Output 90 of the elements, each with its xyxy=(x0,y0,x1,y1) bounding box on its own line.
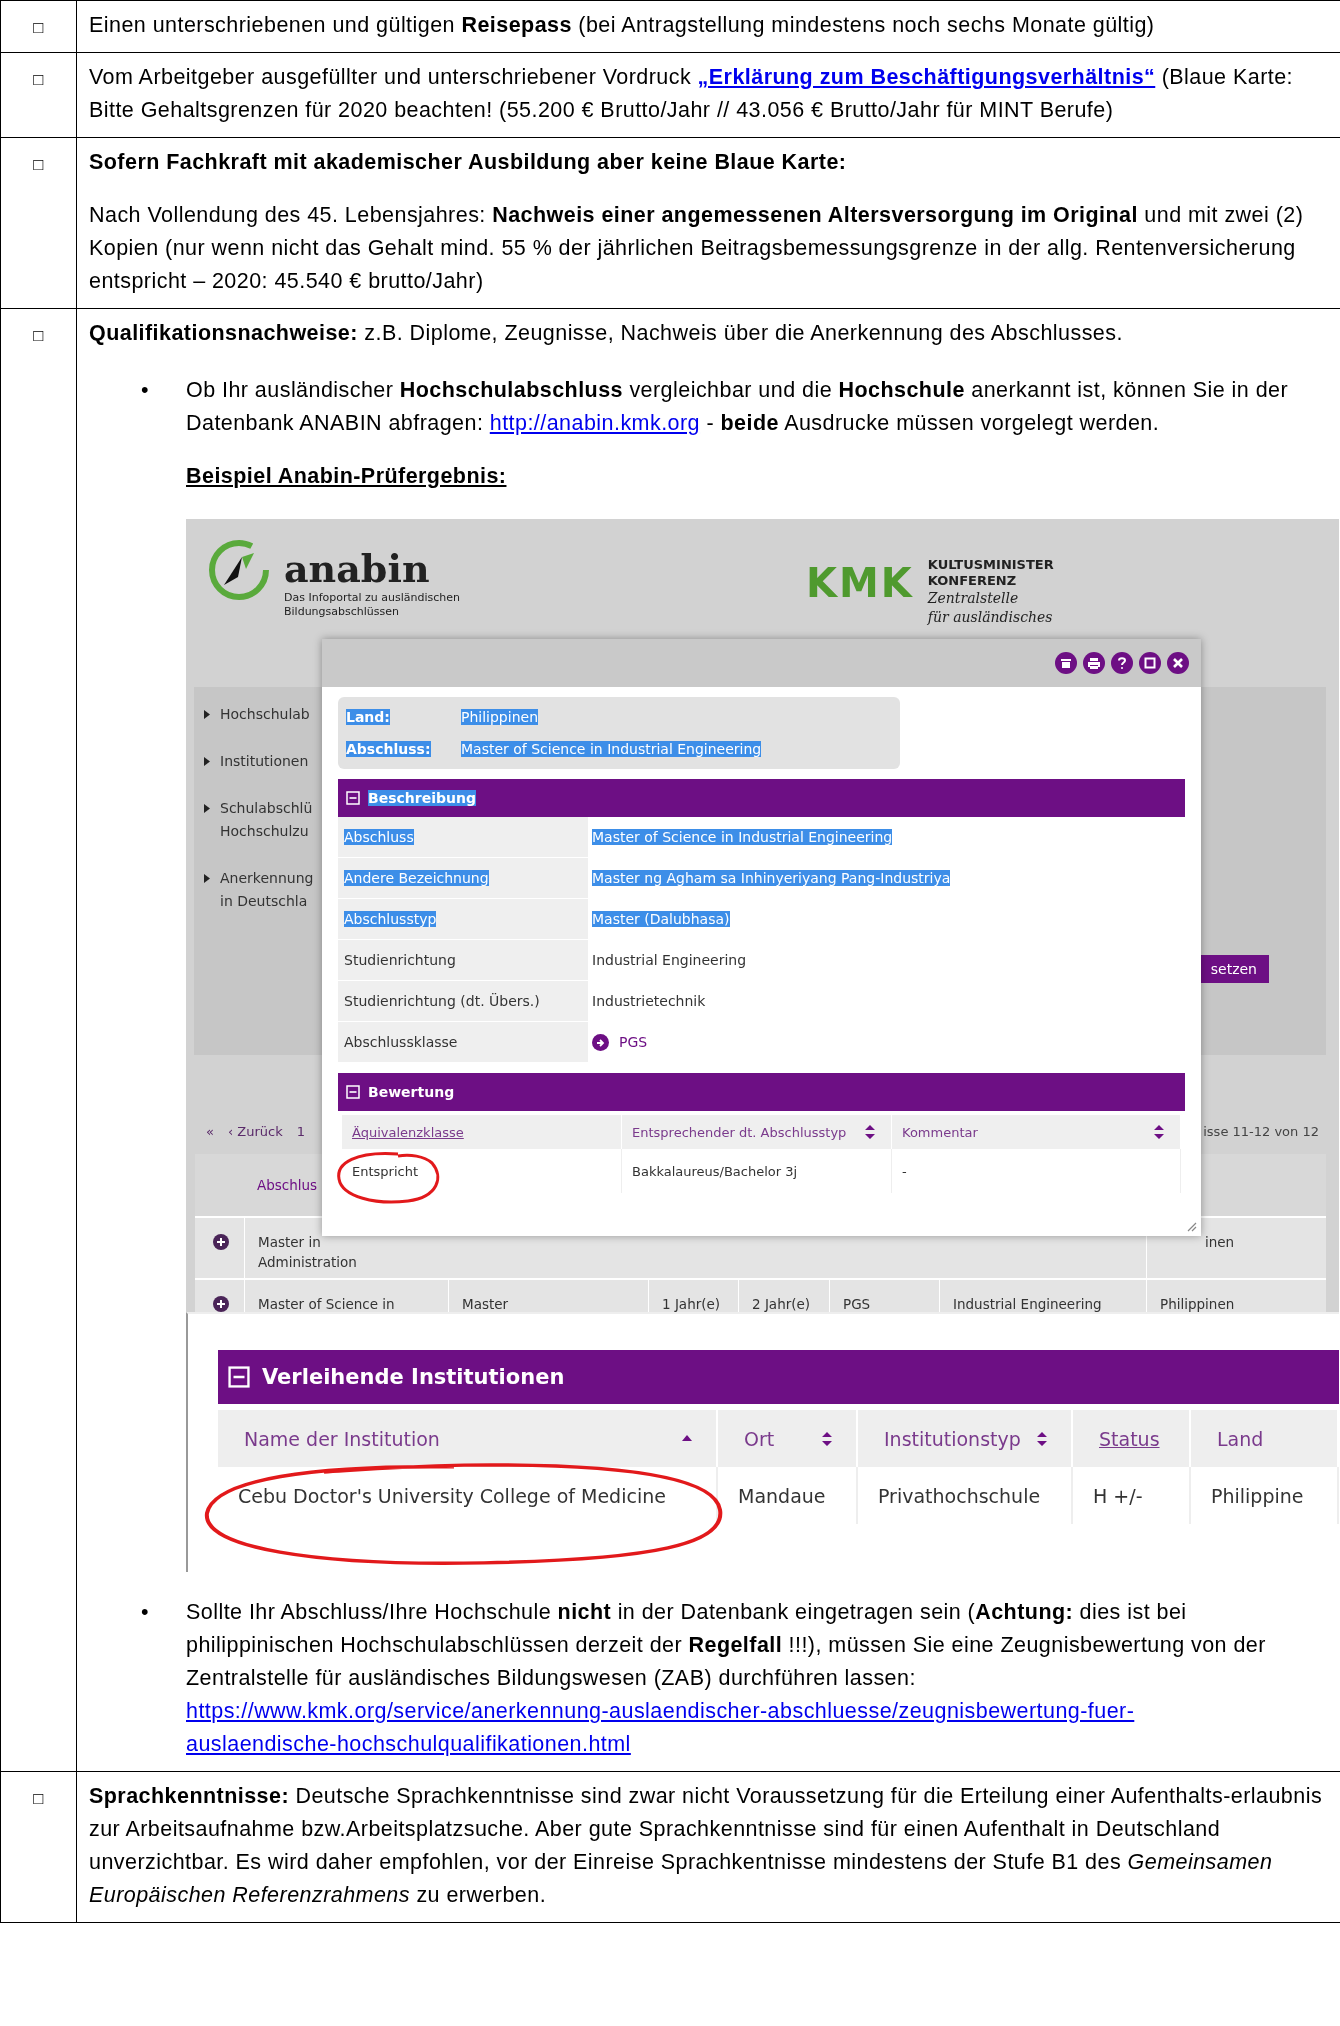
text-link[interactable]: http://anabin.kmk.org xyxy=(489,411,700,435)
column-header[interactable]: Äquivalenzklasse xyxy=(352,1124,464,1140)
collapse-icon[interactable] xyxy=(346,1085,360,1099)
checkbox-glyph: □ xyxy=(33,325,44,347)
url-link[interactable]: https://www.kmk.org/service/anerkennung-auslaendischer-abschluesse/zeugnisbewertung-fuer-auslaendische-hochschulqualifikationen.html xyxy=(186,1695,1340,1761)
external-link-icon[interactable] xyxy=(592,1033,609,1051)
table-cell: Cebu Doctor's University College of Medicine xyxy=(218,1467,718,1524)
checkbox-glyph: □ xyxy=(33,1788,44,1810)
nav-item[interactable]: Schulabschlü xyxy=(220,797,313,820)
detail-label: Studienrichtung (dt. Übers.) xyxy=(344,993,540,1009)
paragraph-text: Ob Ihr ausländischer Hochschulabschluss vergleichbar und die Hochschule anerkannt ist, können Sie in der Datenbank ANABIN abfragen: http://anabin.kmk.org - beide Ausdrucke müssen vorgelegt werden. xyxy=(186,377,1290,437)
bullet-marker: • xyxy=(141,377,150,404)
collapse-icon[interactable] xyxy=(228,1366,250,1388)
logo-name: anabin xyxy=(284,547,431,591)
detail-label: Andere Bezeichnung xyxy=(344,870,489,886)
field-label: Abschluss: xyxy=(346,741,431,757)
first-page-link[interactable]: « xyxy=(206,1124,214,1139)
column-header[interactable]: Name der Institution xyxy=(244,1427,440,1450)
print-icon[interactable] xyxy=(1083,652,1105,674)
close-icon[interactable] xyxy=(1167,652,1189,674)
table-cell: - xyxy=(892,1149,1181,1193)
detail-value: Master (Dalubhasa) xyxy=(592,911,730,927)
detail-label: Studienrichtung xyxy=(344,952,456,968)
logo-tagline: Bildungsabschlüssen xyxy=(284,605,400,619)
table-cell: Mandaue xyxy=(718,1467,858,1524)
caret-icon xyxy=(204,757,210,766)
kmk-subtitle: für ausländisches xyxy=(927,608,1054,627)
kmk-subtitle: Zentralstelle xyxy=(927,589,1020,608)
collapse-icon[interactable] xyxy=(346,791,360,805)
kmk-title: KONFERENZ xyxy=(927,573,1018,589)
column-header[interactable]: Ort xyxy=(744,1427,775,1450)
table-cell: Bakkalaureus/Bachelor 3j xyxy=(622,1149,892,1193)
checkbox-glyph: □ xyxy=(33,17,44,39)
detail-value: Master ng Agham sa Inhinyeriyang Pang-Industriya xyxy=(592,870,951,886)
sort-icon[interactable] xyxy=(822,1431,832,1446)
example-heading: Beispiel Anabin-Prüfergebnis: xyxy=(186,463,508,490)
apply-button[interactable]: setzen xyxy=(1198,955,1269,983)
field-label: Land: xyxy=(346,709,390,725)
table-cell: Privathochschule xyxy=(858,1467,1073,1524)
detail-value: Master of Science in Industrial Engineering xyxy=(592,829,893,845)
results-count: isse 11-12 von 12 xyxy=(1203,1124,1319,1139)
section-title: Verleihende Institutionen xyxy=(262,1365,565,1389)
detail-label: Abschlusstyp xyxy=(344,911,437,927)
bullet-marker: • xyxy=(141,1599,150,1626)
text-link[interactable]: „Erklärung zum Beschäftigungsverhältnis“ xyxy=(697,65,1156,89)
section-title: Beschreibung xyxy=(368,790,476,806)
sort-icon[interactable] xyxy=(1037,1431,1047,1446)
paragraph-text: Vom Arbeitgeber ausgefüllter und unterschriebener Vordruck „Erklärung zum Beschäftigungsverhältnis“ (Blaue Karte: Bitte Gehaltsgrenzen für 2020 beachten! (55.200 € Brutto/Jahr // 43.056 € Brutto/Jahr für MINT Berufe) xyxy=(89,64,1294,124)
kmk-title: KULTUSMINISTER xyxy=(927,557,1054,573)
nav-item[interactable]: Hochschulab xyxy=(220,703,310,726)
sort-icon[interactable] xyxy=(865,1125,875,1139)
column-header[interactable]: Entsprechender dt. Abschlusstyp xyxy=(632,1124,847,1140)
paragraph-text: Qualifikationsnachweise: z.B. Diplome, Zeugnisse, Nachweis über die Anerkennung des Abschlusses. xyxy=(89,320,1124,347)
compass-logo-icon xyxy=(208,539,270,601)
caret-icon xyxy=(204,804,210,813)
detail-label: Abschluss xyxy=(344,829,414,845)
expand-icon[interactable] xyxy=(213,1296,229,1312)
resize-grip-icon[interactable] xyxy=(1185,1220,1197,1232)
paragraph-text: Sollte Ihr Abschluss/Ihre Hochschule nicht in der Datenbank eingetragen sein (Achtung: dies ist bei philippinischen Hochschulabschlüssen derzeit der Regelfall !!!), müssen Sie eine Zeugnisbewertung von der Zentralstelle für ausländisches Bildungswesen (ZAB) durchführen lassen: xyxy=(186,1599,1267,1692)
nav-item[interactable]: Institutionen xyxy=(220,750,309,773)
nav-item[interactable]: Anerkennung xyxy=(220,867,314,890)
paragraph-text: Nach Vollendung des 45. Lebensjahres: Nachweis einer angemessenen Altersversorgung im Original und mit zwei (2) Kopien (nur wenn nicht das Gehalt mind. 55 % der jährlichen Beitragsbemessungsgrenze in der allg. Rentenversicherung entspricht – 2020: 45.540 € brutto/Jahr) xyxy=(89,202,1305,295)
help-icon[interactable] xyxy=(1111,652,1133,674)
checkbox-glyph: □ xyxy=(33,69,44,91)
caret-icon xyxy=(204,874,210,883)
detail-value: Industrial Engineering xyxy=(592,952,747,968)
detail-link[interactable]: PGS xyxy=(619,1034,648,1050)
page-link[interactable]: 1 xyxy=(296,1124,305,1139)
paragraph-text: Sprachkenntnisse: Deutsche Sprachkenntnisse sind zwar nicht Voraussetzung für die Erteilung einer Aufenthalts-erlaubnis zur Arbeitsaufnahme bzw.Arbeitsplatzsuche. Aber gute Sprachkenntnisse sind für einen Aufenthalt in Deutschland unverzichtbar. Es wird daher empfohlen, vor der Einreise Sprachkentnisse mindestens der Stufe B1 des Gemeinsamen Europäischen Referenzrahmens zu erwerben. xyxy=(89,1783,1324,1909)
column-header[interactable]: Land xyxy=(1217,1427,1264,1450)
previous-page-link[interactable]: ‹ Zurück xyxy=(227,1124,283,1139)
kmk-logo: KMK xyxy=(806,563,914,603)
maximize-icon[interactable] xyxy=(1139,652,1161,674)
table-cell: H +/- xyxy=(1073,1467,1191,1524)
nav-item[interactable]: in Deutschla xyxy=(220,890,314,913)
detail-label: Abschlussklasse xyxy=(344,1034,458,1050)
logo-tagline: Das Infoportal zu ausländischen xyxy=(284,591,461,605)
expand-icon[interactable] xyxy=(213,1234,229,1250)
filter-icon[interactable] xyxy=(1055,652,1077,674)
detail-value: Industrietechnik xyxy=(592,993,706,1009)
section-heading: Sofern Fachkraft mit akademischer Ausbildung aber keine Blaue Karte: xyxy=(89,149,848,176)
table-cell: Philippine xyxy=(1191,1467,1339,1524)
checkbox-glyph: □ xyxy=(33,154,44,176)
sort-icon[interactable] xyxy=(1154,1125,1164,1139)
nav-item[interactable]: Hochschulzu xyxy=(220,820,313,843)
caret-icon xyxy=(204,710,210,719)
paragraph-text: Einen unterschriebenen und gültigen Reisepass (bei Antragstellung mindestens noch sechs Monate gültig) xyxy=(89,12,1156,39)
column-header[interactable]: Kommentar xyxy=(902,1124,978,1140)
section-title: Bewertung xyxy=(368,1084,455,1100)
table-cell: Entspricht xyxy=(342,1149,622,1193)
